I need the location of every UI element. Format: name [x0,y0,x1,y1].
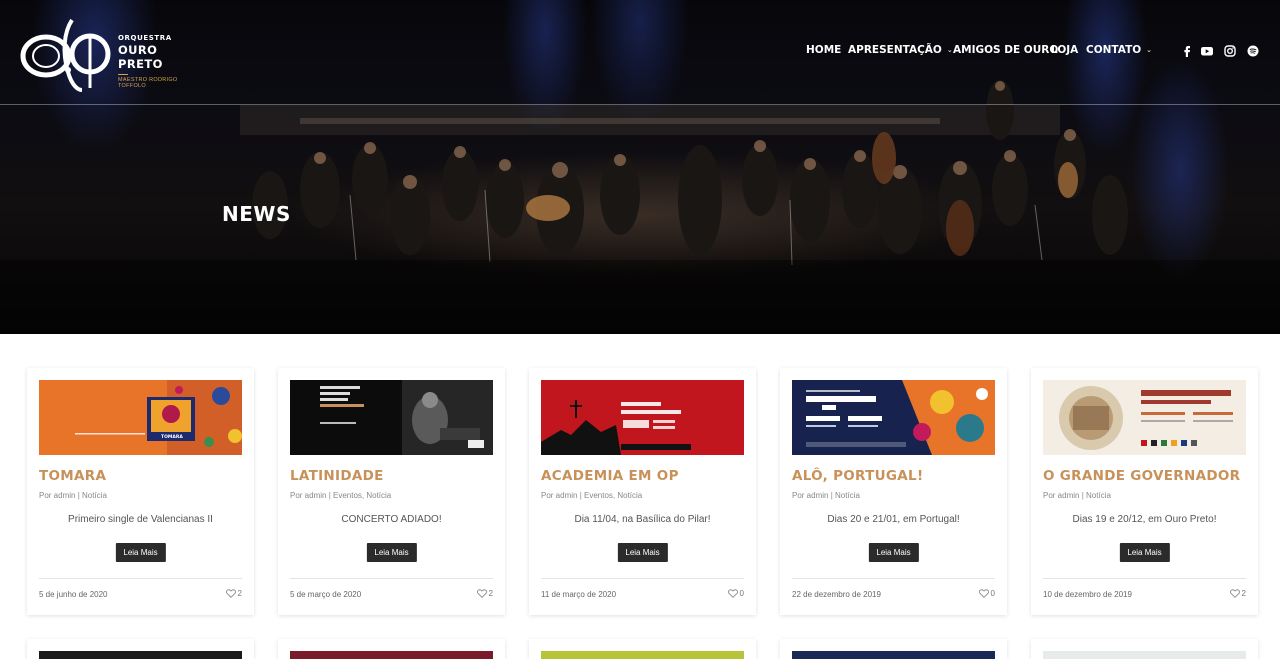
like-button[interactable]: 2 [225,589,242,598]
nav-loja[interactable]: LOJA [1051,44,1078,56]
youtube-icon[interactable] [1200,44,1214,58]
read-more-button[interactable]: Leia Mais [366,543,417,562]
post-excerpt: Dia 11/04, na Basílica do Pilar! [574,514,711,525]
brand-logo[interactable]: ORQUESTRA OURO PRETO MAESTRO RODRIGO TOF… [20,12,200,92]
post-thumbnail[interactable] [792,380,995,455]
post-meta: Por admin | Eventos, Notícia [541,491,643,500]
card-divider [541,578,744,579]
card-divider [792,578,995,579]
post-author[interactable]: Por admin [290,491,326,500]
nav-apresentacao[interactable]: APRESENTAÇÃO ⌄ [848,44,953,56]
post-thumbnail[interactable]: TOMARA [39,380,242,455]
nav-contato-label: CONTATO [1086,44,1142,56]
like-count: 2 [488,589,493,598]
chevron-down-icon: ⌄ [946,46,953,54]
nav-amigos-de-ouro[interactable]: AMIGOS DE OURO [953,44,1058,56]
post-date: 5 de junho de 2020 [39,590,108,599]
nav-home-label: HOME [806,44,842,56]
svg-text:TOMARA: TOMARA [161,434,183,440]
heart-icon [476,589,487,598]
news-card-next [780,639,1007,659]
post-excerpt: Dias 20 e 21/01, em Portugal! [827,514,960,525]
brand-name: OURO PRETO [118,43,163,71]
nav-amigos-label: AMIGOS DE OURO [953,44,1059,56]
like-button[interactable]: 0 [727,589,744,598]
post-meta: Por admin | Notícia [792,491,860,500]
heart-icon [1229,589,1240,598]
post-excerpt: Dias 19 e 20/12, em Ouro Preto! [1072,514,1217,525]
hero-banner: ORQUESTRA OURO PRETO MAESTRO RODRIGO TOF… [0,0,1280,334]
like-button[interactable]: 2 [476,589,493,598]
post-meta: Por admin | Notícia [39,491,107,500]
heart-icon [225,589,236,598]
chevron-down-icon: ⌄ [1146,46,1153,54]
news-card: ALÔ, PORTUGAL! Por admin | Notícia Dias … [780,368,1007,615]
post-date: 5 de março de 2020 [290,590,362,599]
brand-small: ORQUESTRA [118,34,172,42]
orchestra-logo-mark [20,18,111,92]
card-divider [290,578,493,579]
card-divider [39,578,242,579]
post-author[interactable]: Por admin [541,491,577,500]
post-author[interactable]: Por admin [39,491,75,500]
news-grid: TOMARA TOMARA Por admin | Notícia Primei… [0,334,1280,659]
nav-contato[interactable]: CONTATO ⌄ [1086,44,1152,56]
post-meta: Por admin | Notícia [1043,491,1111,500]
post-title[interactable]: TOMARA [39,468,244,484]
post-author[interactable]: Por admin [1043,491,1079,500]
like-count: 0 [739,589,744,598]
nav-apresentacao-label: APRESENTAÇÃO [848,44,942,56]
nav-loja-label: LOJA [1051,44,1079,56]
like-button[interactable]: 0 [978,589,995,598]
post-title[interactable]: O GRANDE GOVERNADOR [1043,468,1248,484]
post-date: 22 de dezembro de 2019 [792,590,881,599]
nav-home[interactable]: HOME [806,44,841,56]
spotify-icon[interactable] [1246,44,1260,58]
post-date: 11 de março de 2020 [541,590,617,599]
heart-icon [727,589,738,598]
news-card-next [1031,639,1258,659]
post-title[interactable]: ALÔ, PORTUGAL! [792,468,997,484]
like-count: 2 [237,589,242,598]
post-categories[interactable]: Notícia [1086,491,1111,500]
news-card-next [27,639,254,659]
news-card-next [278,639,505,659]
post-title[interactable]: ACADEMIA EM OP [541,468,746,484]
read-more-button[interactable]: Leia Mais [617,543,668,562]
read-more-button[interactable]: Leia Mais [1119,543,1170,562]
post-categories[interactable]: Eventos, Notícia [584,491,642,500]
news-card: O GRANDE GOVERNADOR Por admin | Notícia … [1031,368,1258,615]
like-count: 0 [990,589,995,598]
card-divider [1043,578,1246,579]
news-card: ACADEMIA EM OP Por admin | Eventos, Notí… [529,368,756,615]
post-excerpt: Primeiro single de Valencianas II [68,514,213,525]
news-card: LATINIDADE Por admin | Eventos, Notícia … [278,368,505,615]
post-categories[interactable]: Eventos, Notícia [333,491,391,500]
brand-subtitle: MAESTRO RODRIGO TOFFOLO [118,77,178,89]
post-categories[interactable]: Notícia [835,491,860,500]
page-title: NEWS [222,202,291,226]
header-divider [0,104,1280,105]
post-date: 10 de dezembro de 2019 [1043,590,1132,599]
news-card-next [529,639,756,659]
post-excerpt: CONCERTO ADIADO! [341,514,442,525]
post-thumbnail[interactable] [541,380,744,455]
heart-icon [978,589,989,598]
like-count: 2 [1241,589,1246,598]
post-meta: Por admin | Eventos, Notícia [290,491,392,500]
instagram-icon[interactable] [1223,44,1237,58]
brand-text: ORQUESTRA OURO PRETO MAESTRO RODRIGO TOF… [118,34,200,89]
read-more-button[interactable]: Leia Mais [868,543,919,562]
post-categories[interactable]: Notícia [82,491,107,500]
like-button[interactable]: 2 [1229,589,1246,598]
brand-rule [118,74,128,75]
news-card: TOMARA TOMARA Por admin | Notícia Primei… [27,368,254,615]
read-more-button[interactable]: Leia Mais [115,543,166,562]
post-thumbnail[interactable] [1043,380,1246,455]
post-title[interactable]: LATINIDADE [290,468,495,484]
post-thumbnail[interactable] [290,380,493,455]
post-author[interactable]: Por admin [792,491,828,500]
facebook-icon[interactable] [1180,44,1194,58]
